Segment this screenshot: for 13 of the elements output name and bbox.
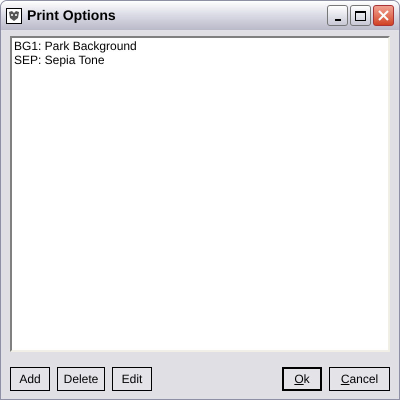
minimize-button[interactable]	[327, 5, 348, 26]
action-button[interactable]: Add	[10, 367, 50, 391]
list-item[interactable]: SEP: Sepia Tone	[14, 53, 386, 67]
close-button[interactable]	[373, 5, 394, 26]
list-item[interactable]: BG1: Park Background	[14, 39, 386, 53]
action-button[interactable]: Delete	[57, 367, 105, 391]
action-button[interactable]: Edit	[112, 367, 152, 391]
app-icon	[6, 8, 22, 24]
maximize-button[interactable]	[350, 5, 371, 26]
dialog-button[interactable]: Cancel	[329, 367, 390, 391]
window-title: Print Options	[27, 6, 117, 25]
close-icon	[378, 10, 389, 21]
dialog-button[interactable]: Ok	[282, 367, 322, 391]
